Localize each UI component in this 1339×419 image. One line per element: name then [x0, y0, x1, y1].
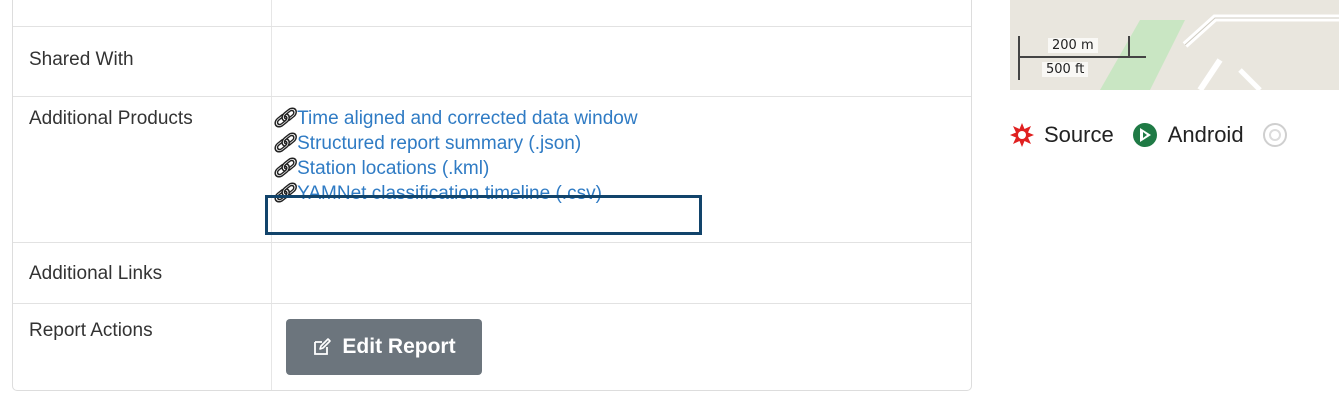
- additional-products-list: 🔗︎Time aligned and corrected data window…: [272, 106, 638, 206]
- legend-item-partial: [1262, 122, 1298, 148]
- row-label-shared-with: Shared With: [29, 49, 134, 70]
- product-link-station-locations[interactable]: 🔗︎Station locations (.kml): [272, 156, 638, 181]
- link-chain-icon: 🔗︎: [272, 158, 297, 179]
- link-chain-icon: 🔗︎: [272, 108, 297, 129]
- product-link-label: Structured report summary (.json): [297, 133, 582, 154]
- product-link-label: Time aligned and corrected data window: [297, 108, 638, 129]
- product-link-label: Station locations (.kml): [297, 158, 490, 179]
- android-station-icon: [1132, 123, 1157, 147]
- link-chain-icon: 🔗︎: [272, 133, 297, 154]
- map-scale-bar: 200 m 500 ft: [1018, 36, 1146, 84]
- link-chain-icon: 🔗︎: [272, 183, 297, 204]
- legend-label-android: Android: [1167, 122, 1244, 147]
- row-report-actions: Report Actions: [13, 303, 971, 392]
- legend-item-android: Android: [1132, 122, 1244, 148]
- map-legend: Source Android: [1010, 120, 1316, 150]
- edit-report-button[interactable]: Edit Report: [286, 319, 482, 375]
- row-label-additional-products: Additional Products: [29, 108, 193, 129]
- scale-label-imperial: 500 ft: [1042, 62, 1089, 77]
- product-link-report-summary[interactable]: 🔗︎Structured report summary (.json): [272, 131, 638, 156]
- product-link-data-window[interactable]: 🔗︎Time aligned and corrected data window: [272, 106, 638, 131]
- legend-item-source: Source: [1010, 122, 1114, 148]
- source-burst-icon: [1010, 123, 1034, 147]
- product-link-label: YAMNet classification timeline (.csv): [297, 183, 602, 204]
- edit-icon: [314, 338, 332, 355]
- row-label-report-actions: Report Actions: [29, 320, 153, 341]
- row-additional-links: Additional Links: [13, 242, 971, 304]
- row-shared-with: Shared With: [13, 26, 971, 97]
- edit-report-label: Edit Report: [342, 335, 456, 358]
- legend-label-source: Source: [1044, 122, 1114, 147]
- product-link-yamnet-timeline[interactable]: 🔗︎YAMNet classification timeline (.csv): [272, 181, 638, 206]
- station-icon-partial: [1262, 123, 1287, 147]
- row-label-additional-links: Additional Links: [29, 263, 163, 284]
- scale-label-metric: 200 m: [1048, 38, 1098, 53]
